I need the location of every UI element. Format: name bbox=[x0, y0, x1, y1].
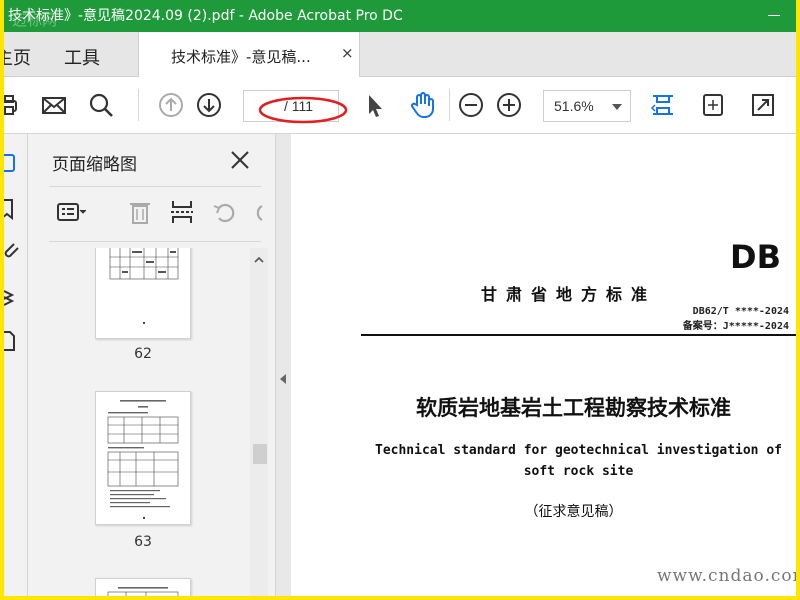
rotate-clockwise-icon[interactable] bbox=[250, 198, 264, 226]
site-watermark: www.cndao.com bbox=[657, 566, 796, 586]
thumbnail-list: 62 63 bbox=[28, 248, 252, 596]
toolbar: / 111 51.6% bbox=[4, 77, 796, 134]
layers-icon[interactable] bbox=[4, 286, 24, 308]
print-icon[interactable] bbox=[4, 91, 26, 119]
thumbnail-label: 63 bbox=[134, 534, 152, 550]
thumbnail-content bbox=[107, 400, 179, 519]
document-tab-label: 技术标准》-意见稿... bbox=[171, 48, 311, 66]
toolbar-separator bbox=[138, 89, 139, 121]
attachments-icon[interactable] bbox=[4, 238, 24, 260]
panel-splitter[interactable] bbox=[275, 134, 291, 596]
search-icon[interactable] bbox=[87, 91, 115, 119]
panel-divider bbox=[49, 241, 261, 242]
thumbnail-content bbox=[109, 248, 179, 324]
navigation-rail bbox=[4, 134, 28, 596]
toolbar-separator bbox=[449, 89, 450, 121]
page-thumbnail[interactable] bbox=[95, 578, 191, 596]
minimize-button[interactable] bbox=[768, 15, 780, 16]
tab-home[interactable]: 主页 bbox=[4, 44, 31, 70]
red-highlight-ellipse bbox=[258, 96, 348, 124]
thumbnail-options-icon[interactable] bbox=[56, 198, 86, 226]
previous-page-icon[interactable] bbox=[157, 91, 185, 119]
zoom-out-icon[interactable] bbox=[457, 91, 485, 119]
next-page-icon[interactable] bbox=[195, 91, 223, 119]
select-cursor-icon[interactable] bbox=[361, 91, 389, 119]
acrobat-window: 技术标准》-意见稿2024.09 (2).pdf - Adobe Acrobat… bbox=[4, 0, 796, 596]
close-panel-icon[interactable] bbox=[228, 148, 252, 172]
delete-page-icon[interactable] bbox=[126, 198, 156, 226]
page-thumbnail[interactable] bbox=[95, 391, 191, 525]
page-thumbnail[interactable] bbox=[95, 248, 191, 339]
close-tab-icon[interactable]: × bbox=[341, 44, 354, 62]
window-title: 技术标准》-意见稿2024.09 (2).pdf - Adobe Acrobat… bbox=[8, 8, 403, 24]
standard-numbers: DB62/T ****-2024 备案号：J*****-2024 bbox=[671, 304, 789, 334]
standard-code: DB bbox=[730, 238, 781, 276]
page-thumbnails-icon[interactable] bbox=[4, 152, 24, 174]
zoom-dropdown[interactable]: 51.6% bbox=[543, 90, 631, 122]
zoom-value: 51.6% bbox=[554, 98, 594, 114]
document-view[interactable]: DB 甘肃省地方标准 DB62/T ****-2024 备案号：J*****-2… bbox=[291, 134, 796, 596]
tab-document[interactable]: 技术标准》-意见稿... × bbox=[138, 32, 360, 77]
chevron-down-icon bbox=[612, 104, 622, 110]
document-icon[interactable] bbox=[4, 330, 24, 352]
zoom-in-icon[interactable] bbox=[495, 91, 523, 119]
rotate-view-icon[interactable] bbox=[699, 91, 727, 119]
panel-title: 页面缩略图 bbox=[52, 155, 137, 175]
fit-width-icon[interactable] bbox=[649, 91, 677, 119]
draft-status: （征求意见稿） bbox=[524, 504, 623, 520]
document-title-cn: 软质岩地基岩土工程勘察技术标准 bbox=[416, 396, 731, 420]
insert-page-icon[interactable] bbox=[168, 198, 198, 226]
thumbnail-scrollbar[interactable] bbox=[250, 248, 268, 596]
standard-number: DB62/T ****-2024 bbox=[692, 306, 789, 317]
scroll-up-icon[interactable] bbox=[253, 254, 265, 266]
scrollbar-thumb[interactable] bbox=[253, 444, 267, 464]
thumbnails-panel: 页面缩略图 62 63 bbox=[28, 134, 275, 596]
tab-tools[interactable]: 工具 bbox=[64, 44, 100, 70]
record-number: 备案号：J*****-2024 bbox=[682, 321, 789, 332]
document-title-en: Technical standard for geotechnical inve… bbox=[361, 440, 796, 482]
collapse-panel-icon[interactable] bbox=[280, 374, 286, 384]
hand-tool-icon[interactable] bbox=[408, 91, 436, 119]
rotate-counterclockwise-icon[interactable] bbox=[210, 198, 240, 226]
full-screen-icon[interactable] bbox=[749, 91, 777, 119]
thumbnail-content bbox=[107, 587, 179, 596]
tab-bar: 主页 工具 技术标准》-意见稿... × bbox=[4, 32, 796, 77]
title-bar: 技术标准》-意见稿2024.09 (2).pdf - Adobe Acrobat… bbox=[4, 0, 796, 32]
title-en-line: soft rock site bbox=[523, 464, 634, 479]
panel-divider bbox=[49, 186, 261, 187]
issuer-label: 甘肃省地方标准 bbox=[481, 285, 657, 304]
header-rule bbox=[361, 334, 796, 336]
thumbnail-label: 62 bbox=[134, 346, 152, 362]
email-icon[interactable] bbox=[40, 91, 68, 119]
bookmarks-icon[interactable] bbox=[4, 198, 24, 220]
title-en-line: Technical standard for geotechnical inve… bbox=[375, 443, 782, 458]
